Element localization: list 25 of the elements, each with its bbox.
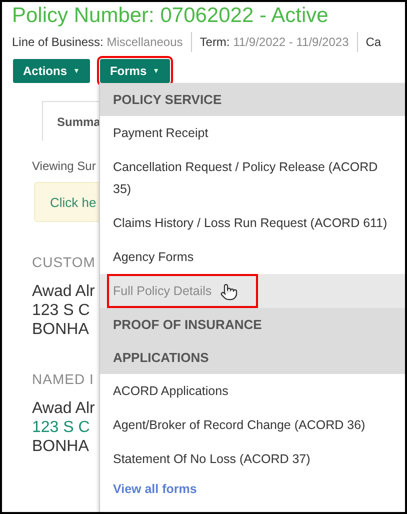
address-text[interactable]: 123 S C — [32, 418, 90, 437]
menu-item[interactable]: Payment Receipt — [100, 116, 405, 150]
policy-meta: Line of Business: Miscellaneous — [12, 34, 184, 51]
menu-item[interactable]: Cancellation Request / Policy Release (ACORD 35) — [100, 150, 405, 206]
menu-header: PROOF OF INSURANCE — [100, 308, 405, 341]
policy-meta: Ca — [356, 32, 390, 52]
menu-header: POLICY SERVICE — [100, 83, 405, 116]
menu-item[interactable]: Statement Of No Loss (ACORD 37) — [100, 442, 405, 476]
insured-name: Awad Alr — [32, 399, 95, 418]
policy-meta: Term: 11/9/2022 - 11/9/2023 — [190, 32, 357, 52]
menu-header: APPLICATIONS — [100, 341, 405, 374]
policy-title: Policy Number: 07062022 - Active — [11, 3, 330, 29]
menu-item[interactable]: Claims History / Loss Run Request (ACORD 611) — [100, 206, 405, 240]
menu-item[interactable]: Agency Forms — [100, 240, 405, 274]
section-heading: CUSTOM — [32, 254, 96, 270]
address-text: 123 S C — [32, 301, 90, 320]
menu-item[interactable]: Agent/Broker of Record Change (ACORD 36) — [100, 408, 405, 442]
view-all-link[interactable]: View all forms — [100, 476, 405, 502]
city-text: BONHA — [32, 320, 89, 339]
insured-name: Awad Alr — [32, 282, 95, 301]
hand-pointer-icon — [220, 283, 238, 301]
menu-item[interactable]: ACORD Applications — [100, 374, 405, 408]
viewing-text: Viewing Sur — [32, 159, 96, 173]
city-text: BONHA — [32, 437, 89, 456]
section-heading: NAMED I — [32, 371, 94, 387]
